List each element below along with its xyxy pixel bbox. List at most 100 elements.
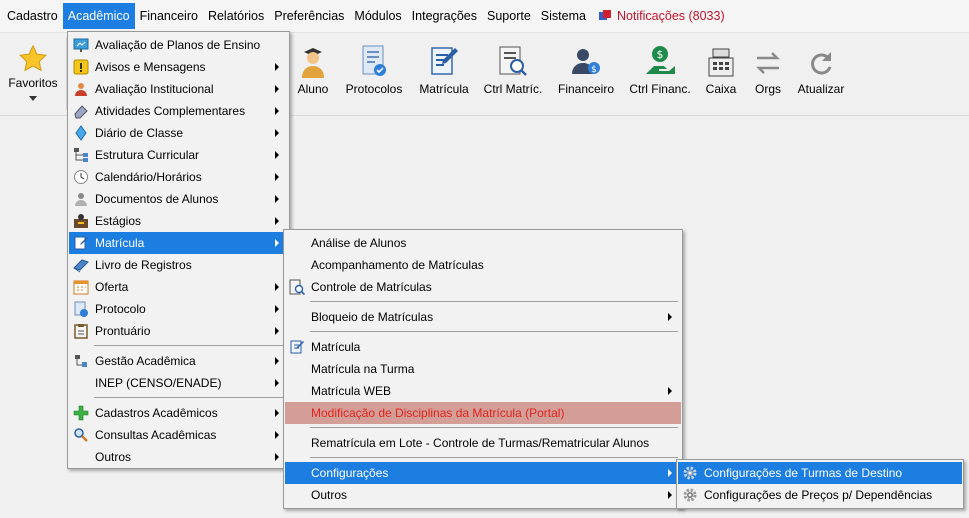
menu-item-documentos[interactable]: Documentos de Alunos: [69, 188, 288, 210]
submenu-item-bloqueio[interactable]: Bloqueio de Matrículas: [285, 306, 681, 328]
menu-item-cadastros[interactable]: Cadastros Acadêmicos: [69, 402, 288, 424]
configuracoes-submenu: Configurações de Turmas de Destino Confi…: [676, 459, 964, 509]
menu-item-avaliacao-institucional[interactable]: Avaliação Institucional: [69, 78, 288, 100]
notification-icon: [598, 10, 611, 22]
submenu-arrow-icon: [275, 379, 279, 387]
favorites-button[interactable]: Favoritos: [5, 34, 61, 112]
toolbar-caixa-button[interactable]: Caixa: [701, 34, 741, 112]
toolbar-orgs-button[interactable]: Orgs: [748, 34, 788, 112]
submenu-item-analise-alunos[interactable]: Análise de Alunos: [285, 232, 681, 254]
submenu-arrow-icon: [275, 409, 279, 417]
gear-icon: [679, 484, 701, 506]
submenu-arrow-icon: [275, 305, 279, 313]
menu-preferencias[interactable]: Preferências: [269, 3, 349, 29]
menu-item-avaliacao-planos[interactable]: Avaliação de Planos de Ensino: [69, 34, 288, 56]
submenu-item-rematricula-lote[interactable]: Rematrícula em Lote - Controle de Turmas…: [285, 432, 681, 454]
menu-academico[interactable]: Acadêmico: [62, 3, 135, 29]
swap-arrows-icon: [754, 34, 782, 78]
menu-separator: [310, 301, 678, 302]
menu-item-gestao[interactable]: Gestão Acadêmica: [69, 350, 288, 372]
menu-item-outros[interactable]: Outros: [69, 446, 288, 468]
book-icon: [70, 254, 92, 276]
submenu-arrow-icon: [275, 327, 279, 335]
submenu-item-matricula-web[interactable]: Matrícula WEB: [285, 380, 681, 402]
menu-item-protocolo[interactable]: Protocolo: [69, 298, 288, 320]
submenu-arrow-icon: [668, 469, 672, 477]
menu-financeiro[interactable]: Financeiro: [135, 3, 203, 29]
toolbar-aluno-label: Aluno: [297, 82, 329, 96]
menu-separator: [94, 345, 285, 346]
toolbar-aluno-button[interactable]: Aluno: [293, 34, 333, 112]
submenu-item-controle[interactable]: Controle de Matrículas: [285, 276, 681, 298]
cash-register-icon: [706, 34, 736, 78]
crystal-icon: [70, 122, 92, 144]
submenu-item-modificacao-disciplinas[interactable]: Modificação de Disciplinas da Matrícula …: [285, 402, 681, 424]
submenu-item-config-precos-dependencias[interactable]: Configurações de Preços p/ Dependências: [678, 484, 962, 506]
svg-text:$: $: [657, 48, 664, 61]
menu-item-matricula[interactable]: Matrícula: [69, 232, 288, 254]
toolbar-protocolos-label: Protocolos: [345, 82, 403, 96]
enrollment-icon: [70, 232, 92, 254]
submenu-arrow-icon: [275, 173, 279, 181]
clipboard-icon: [70, 320, 92, 342]
menu-bar: Cadastro Acadêmico Financeiro Relatórios…: [0, 0, 969, 33]
menu-item-livro[interactable]: Livro de Registros: [69, 254, 288, 276]
toolbar-atualizar-label: Atualizar: [797, 82, 845, 96]
presentation-icon: [70, 34, 92, 56]
toolbar-financeiro-label: Financeiro: [557, 82, 615, 96]
submenu-arrow-icon: [275, 217, 279, 225]
calendar-icon: [70, 276, 92, 298]
notifications-link[interactable]: Notificações (8033): [598, 9, 725, 23]
submenu-arrow-icon: [275, 195, 279, 203]
academico-menu: Avaliação de Planos de Ensino Avisos e M…: [67, 31, 290, 469]
toolbar-atualizar-button[interactable]: Atualizar: [794, 34, 848, 112]
toolbar-ctrl-matric-button[interactable]: Ctrl Matríc.: [481, 34, 545, 112]
menu-item-estrutura[interactable]: Estrutura Curricular: [69, 144, 288, 166]
warning-icon: [70, 56, 92, 78]
submenu-arrow-icon: [275, 107, 279, 115]
search-icon: [70, 424, 92, 446]
chevron-down-icon: [29, 96, 37, 101]
enrollment-control-icon: [497, 34, 529, 78]
gear-icon: [679, 462, 701, 484]
menu-separator: [310, 457, 678, 458]
submenu-arrow-icon: [275, 357, 279, 365]
submenu-item-matricula[interactable]: Matrícula: [285, 336, 681, 358]
menu-item-calendario[interactable]: Calendário/Horários: [69, 166, 288, 188]
menu-modulos[interactable]: Módulos: [349, 3, 406, 29]
menu-item-atividades[interactable]: Atividades Complementares: [69, 100, 288, 122]
toolbar-financeiro-button[interactable]: $ Financeiro: [554, 34, 618, 112]
enrollment-icon: [429, 34, 459, 78]
hierarchy-icon: [70, 144, 92, 166]
menu-separator: [310, 331, 678, 332]
submenu-item-outros[interactable]: Outros: [285, 484, 681, 506]
menu-item-oferta[interactable]: Oferta: [69, 276, 288, 298]
submenu-item-configuracoes[interactable]: Configurações: [285, 462, 681, 484]
submenu-item-acompanhamento[interactable]: Acompanhamento de Matrículas: [285, 254, 681, 276]
toolbar-protocolos-button[interactable]: Protocolos: [342, 34, 406, 112]
submenu-arrow-icon: [668, 387, 672, 395]
menu-cadastro[interactable]: Cadastro: [2, 3, 63, 29]
menu-item-inep[interactable]: INEP (CENSO/ENADE): [69, 372, 288, 394]
menu-item-consultas[interactable]: Consultas Acadêmicas: [69, 424, 288, 446]
submenu-arrow-icon: [668, 491, 672, 499]
menu-sistema[interactable]: Sistema: [536, 3, 591, 29]
menu-integracoes[interactable]: Integrações: [407, 3, 482, 29]
submenu-item-matricula-turma[interactable]: Matrícula na Turma: [285, 358, 681, 380]
finance-control-icon: $: [644, 34, 676, 78]
plus-icon: [70, 402, 92, 424]
toolbar-ctrl-financ-button[interactable]: $ Ctrl Financ.: [627, 34, 693, 112]
menu-suporte[interactable]: Suporte: [482, 3, 536, 29]
menu-item-avisos[interactable]: Avisos e Mensagens: [69, 56, 288, 78]
matricula-submenu: Análise de Alunos Acompanhamento de Matr…: [283, 229, 683, 509]
toolbar-matricula-button[interactable]: Matrícula: [415, 34, 473, 112]
toolbar-ctrl-financ-label: Ctrl Financ.: [629, 82, 691, 96]
toolbar-orgs-label: Orgs: [754, 82, 781, 96]
menu-item-estagios[interactable]: Estágios: [69, 210, 288, 232]
submenu-arrow-icon: [275, 431, 279, 439]
menu-relatorios[interactable]: Relatórios: [203, 3, 269, 29]
menu-item-diario[interactable]: Diário de Classe: [69, 122, 288, 144]
menu-item-prontuario[interactable]: Prontuário: [69, 320, 288, 342]
student-icon: [298, 34, 328, 78]
submenu-item-config-turmas-destino[interactable]: Configurações de Turmas de Destino: [678, 462, 962, 484]
